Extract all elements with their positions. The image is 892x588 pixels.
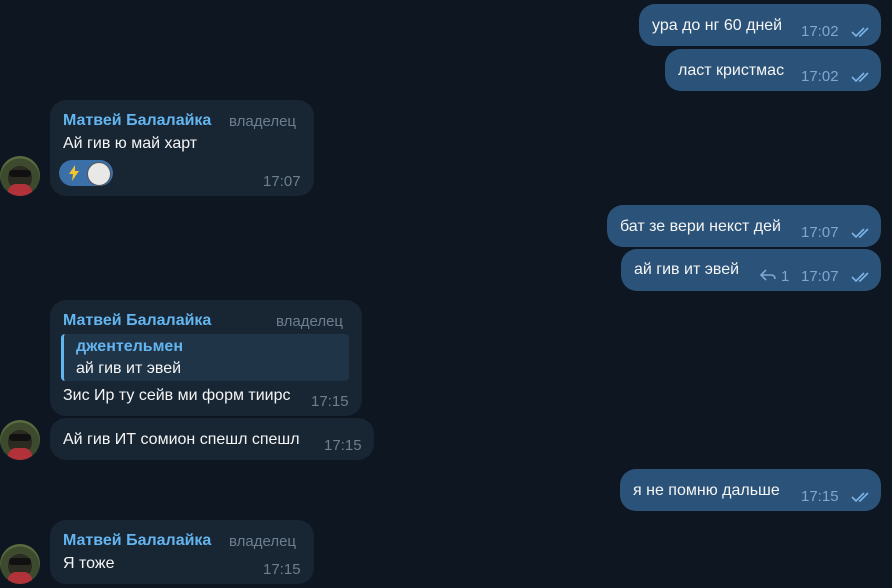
message-time: 17:15	[801, 488, 839, 505]
message-bubble-outgoing[interactable]: ура до нг 60 дней 17:02	[639, 4, 881, 46]
message-text: бат зе вери некст дей	[620, 218, 781, 235]
message-time: 17:07	[801, 268, 839, 285]
reaction-pill[interactable]	[59, 160, 113, 186]
sender-avatar[interactable]	[0, 544, 40, 584]
message-text: ура до нг 60 дней	[652, 17, 783, 34]
message-time: 17:02	[801, 68, 839, 85]
sender-name[interactable]: Матвей Балалайка	[63, 112, 211, 130]
double-check-icon	[851, 272, 869, 283]
message-bubble-outgoing[interactable]: я не помню дальше 17:15	[620, 469, 881, 511]
message-time: 17:07	[801, 224, 839, 241]
message-bubble-outgoing[interactable]: бат зе вери некст дей 17:07	[607, 205, 881, 247]
quote-text: ай гив ит эвей	[76, 360, 182, 377]
message-time: 17:07	[263, 173, 301, 190]
reply-count[interactable]: 1	[781, 268, 789, 285]
message-time: 17:15	[324, 437, 362, 454]
message-text: ласт кристмас	[678, 62, 785, 79]
lightning-icon	[69, 165, 79, 181]
message-bubble-outgoing[interactable]: ласт кристмас 17:02	[665, 49, 881, 91]
double-check-icon	[851, 27, 869, 38]
message-text: Ай гив ИТ сомион спешл спешл	[63, 431, 300, 448]
message-text: Ай гив ю май харт	[63, 135, 198, 152]
double-check-icon	[851, 228, 869, 239]
message-bubble-incoming[interactable]: Матвей Балалайка владелец джентельмен ай…	[50, 300, 362, 416]
message-time: 17:15	[263, 561, 301, 578]
message-text: Я тоже	[63, 555, 115, 572]
sender-avatar[interactable]	[0, 420, 40, 460]
message-time: 17:15	[311, 393, 349, 410]
message-text: ай гив ит эвей	[634, 261, 740, 278]
sender-name[interactable]: Матвей Балалайка	[63, 532, 211, 550]
sender-role-badge: владелец	[276, 313, 344, 330]
reply-quote[interactable]: джентельмен ай гив ит эвей	[61, 334, 349, 381]
sender-role-badge: владелец	[229, 533, 297, 550]
quote-author: джентельмен	[76, 338, 183, 355]
message-bubble-incoming[interactable]: Матвей Балалайка владелец Ай гив ю май х…	[50, 100, 314, 196]
message-bubble-incoming[interactable]: Матвей Балалайка владелец Я тоже 17:15	[50, 520, 314, 584]
reactor-avatar-icon	[87, 162, 111, 186]
sender-name[interactable]: Матвей Балалайка	[63, 312, 211, 330]
message-time: 17:02	[801, 23, 839, 40]
reply-arrow-icon[interactable]	[759, 268, 777, 282]
message-bubble-incoming[interactable]: Ай гив ИТ сомион спешл спешл 17:15	[50, 418, 374, 460]
sender-role-badge: владелец	[229, 113, 297, 130]
sender-avatar[interactable]	[0, 156, 40, 196]
message-bubble-outgoing[interactable]: ай гив ит эвей 1 17:07	[621, 249, 881, 291]
message-text: я не помню дальше	[633, 482, 780, 499]
message-text: Зис Ир ту сейв ми форм тиирс	[63, 387, 291, 404]
double-check-icon	[851, 72, 869, 83]
double-check-icon	[851, 492, 869, 503]
